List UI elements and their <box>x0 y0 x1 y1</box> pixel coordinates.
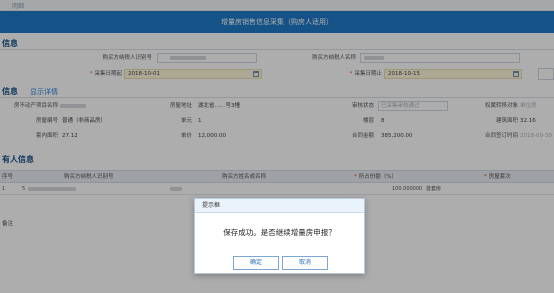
confirm-dialog: 提示框 保存成功。是否继续增量房申报？ 确定 取消 <box>194 198 365 274</box>
cancel-button[interactable]: 取消 <box>282 256 328 270</box>
dialog-title: 提示框 <box>195 199 364 213</box>
page-root: 明细 增量房销售信息采集（购房人适用） 信息 购买方纳税人识别号 购买方纳税人名… <box>0 0 554 293</box>
confirm-button[interactable]: 确定 <box>233 256 279 270</box>
dialog-message: 保存成功。是否继续增量房申报？ <box>223 228 336 237</box>
